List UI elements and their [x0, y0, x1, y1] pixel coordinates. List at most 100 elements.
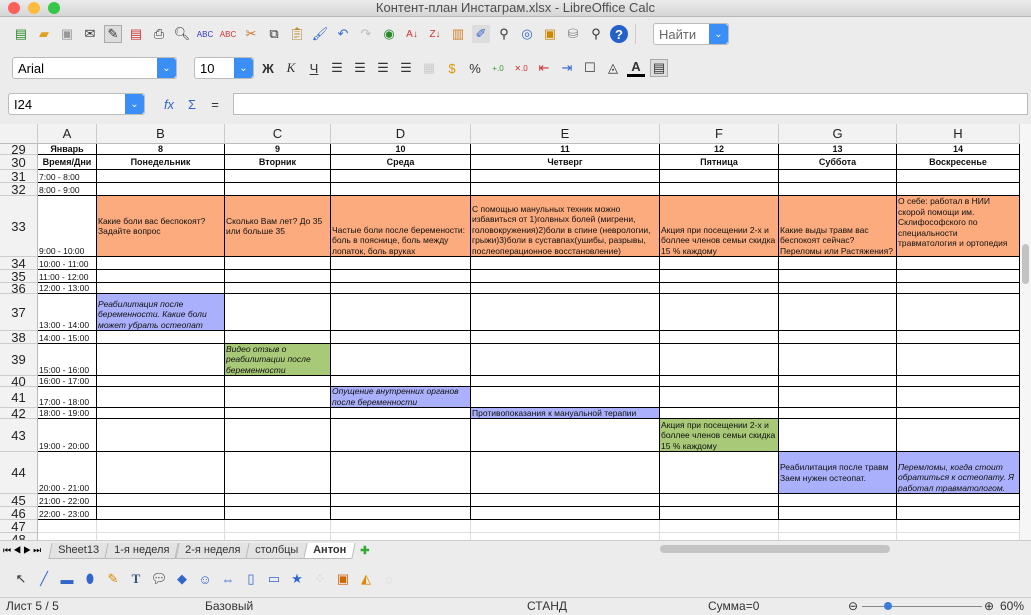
basic-shapes-icon[interactable]: ◆ [173, 570, 191, 588]
row-header[interactable]: 48 [0, 532, 38, 540]
cell-a31[interactable]: 7:00 - 8:00 [38, 170, 97, 183]
sort-ascending-icon[interactable]: A↓ [403, 25, 421, 43]
currency-icon[interactable]: $ [443, 59, 461, 77]
cell-b31[interactable] [97, 170, 225, 183]
callout-icon[interactable]: 💬︎ [150, 570, 168, 588]
cell-b38[interactable] [97, 331, 225, 344]
cell-e30[interactable]: Четверг [471, 155, 660, 170]
row-header[interactable]: 29 [0, 142, 38, 157]
add-decimal-icon[interactable]: +.0 [489, 59, 507, 77]
cell-d29[interactable]: 10 [331, 144, 471, 155]
cell-h35[interactable] [897, 270, 1020, 283]
zoom-level[interactable]: 60% [1000, 598, 1024, 615]
cell-e36[interactable] [471, 283, 660, 294]
underline-button[interactable]: Ч [305, 59, 323, 77]
cell-d46[interactable] [331, 507, 471, 520]
cell-g42[interactable] [779, 408, 897, 419]
cell-a36[interactable]: 12:00 - 13:00 [38, 283, 97, 294]
cell-a41[interactable]: 17:00 - 18:00 [38, 387, 97, 408]
cell-f40[interactable] [660, 376, 779, 387]
cell-d32[interactable] [331, 183, 471, 196]
cell-f29[interactable]: 12 [660, 144, 779, 155]
close-window-button[interactable] [8, 2, 20, 14]
cell-g45[interactable] [779, 494, 897, 507]
cell-f37[interactable] [660, 294, 779, 331]
cell-h37[interactable] [897, 294, 1020, 331]
cell-a46[interactable]: 22:00 - 23:00 [38, 507, 97, 520]
cell-e48[interactable] [471, 533, 660, 540]
column-header-d[interactable]: D [331, 124, 471, 144]
help-icon[interactable]: ? [610, 25, 628, 43]
row-header[interactable]: 32 [0, 182, 38, 197]
cell-h44[interactable]: Перемломы, когда стоит обратиться к осте… [897, 452, 1020, 494]
cell-d30[interactable]: Среда [331, 155, 471, 170]
data-sources-icon[interactable]: ⛁ [564, 25, 582, 43]
cell-b43[interactable] [97, 419, 225, 452]
cell-h33[interactable]: О себе: работал в НИИ скорой помощи им. … [897, 196, 1020, 257]
cell-f43[interactable]: Акция при посещении 2-х и боллее членов … [660, 419, 779, 452]
cell-h43[interactable] [897, 419, 1020, 452]
delete-decimal-icon[interactable]: ✕.0 [512, 59, 530, 77]
cell-h42[interactable] [897, 408, 1020, 419]
cell-f33[interactable]: Акция при посещении 2-х и боллее членов … [660, 196, 779, 257]
cell-d31[interactable] [331, 170, 471, 183]
cell-g34[interactable] [779, 257, 897, 270]
cell-c29[interactable]: 9 [225, 144, 331, 155]
chevron-down-icon[interactable]: ⌄ [125, 94, 144, 114]
cell-b30[interactable]: Понедельник [97, 155, 225, 170]
zoom-out-icon[interactable]: ⊖ [848, 598, 858, 615]
zoom-slider[interactable] [862, 606, 982, 607]
cell-e39[interactable] [471, 344, 660, 376]
cell-d35[interactable] [331, 270, 471, 283]
cell-a38[interactable]: 14:00 - 15:00 [38, 331, 97, 344]
chevron-down-icon[interactable]: ⌄ [234, 58, 253, 78]
row-header[interactable]: 37 [0, 294, 38, 331]
cell-g29[interactable]: 13 [779, 144, 897, 155]
borders-icon[interactable]: ☐ [581, 59, 599, 77]
row-header[interactable]: 39 [0, 344, 38, 376]
maximize-window-button[interactable] [48, 2, 60, 14]
sheet-tab[interactable]: 2-я неделя [174, 542, 250, 559]
formula-input[interactable] [233, 93, 1028, 115]
cell-c48[interactable] [225, 533, 331, 540]
cell-g43[interactable] [779, 419, 897, 452]
add-sheet-icon[interactable]: ✚ [360, 544, 369, 557]
cell-f45[interactable] [660, 494, 779, 507]
cell-h29[interactable]: 14 [897, 144, 1020, 155]
align-center-icon[interactable]: ☰ [351, 59, 369, 77]
ellipse-icon[interactable]: ⬮ [81, 570, 99, 588]
cell-e42[interactable]: Противопоказания к мануальной терапии [471, 408, 660, 419]
minimize-window-button[interactable] [28, 2, 40, 14]
cell-b32[interactable] [97, 183, 225, 196]
tab-navigation-arrows-icon[interactable]: ⏮◀▶⏭ [3, 545, 43, 556]
cell-a45[interactable]: 21:00 - 22:00 [38, 494, 97, 507]
column-header-c[interactable]: C [225, 124, 331, 144]
zoom-in-icon[interactable]: ⊕ [984, 598, 994, 615]
cell-c32[interactable] [225, 183, 331, 196]
cell-e34[interactable] [471, 257, 660, 270]
undo-icon[interactable]: ↶ [334, 25, 352, 43]
cell-a44[interactable]: 20:00 - 21:00 [38, 452, 97, 494]
cell-b45[interactable] [97, 494, 225, 507]
italic-button[interactable]: К [282, 59, 300, 77]
cell-c46[interactable] [225, 507, 331, 520]
cell-c36[interactable] [225, 283, 331, 294]
cell-a43[interactable]: 19:00 - 20:00 [38, 419, 97, 452]
cut-icon[interactable]: ✂ [242, 25, 260, 43]
redo-icon[interactable]: ↷ [357, 25, 375, 43]
rectangle-icon[interactable]: ▬ [58, 570, 76, 588]
flowchart-icon[interactable]: ▯ [242, 570, 260, 588]
cell-a42[interactable]: 18:00 - 19:00 [38, 408, 97, 419]
cell-f47[interactable] [660, 520, 779, 533]
cell-f39[interactable] [660, 344, 779, 376]
cell-d33[interactable]: Частые боли после беремености: боль в по… [331, 196, 471, 257]
cell-g40[interactable] [779, 376, 897, 387]
cell-e38[interactable] [471, 331, 660, 344]
cell-e43[interactable] [471, 419, 660, 452]
cell-g39[interactable] [779, 344, 897, 376]
chevron-down-icon[interactable]: ⌄ [157, 58, 176, 78]
cell-b35[interactable] [97, 270, 225, 283]
sheet-tab[interactable]: столбцы [245, 542, 308, 559]
points-icon[interactable]: ⁘ [311, 570, 329, 588]
cell-b41[interactable] [97, 387, 225, 408]
